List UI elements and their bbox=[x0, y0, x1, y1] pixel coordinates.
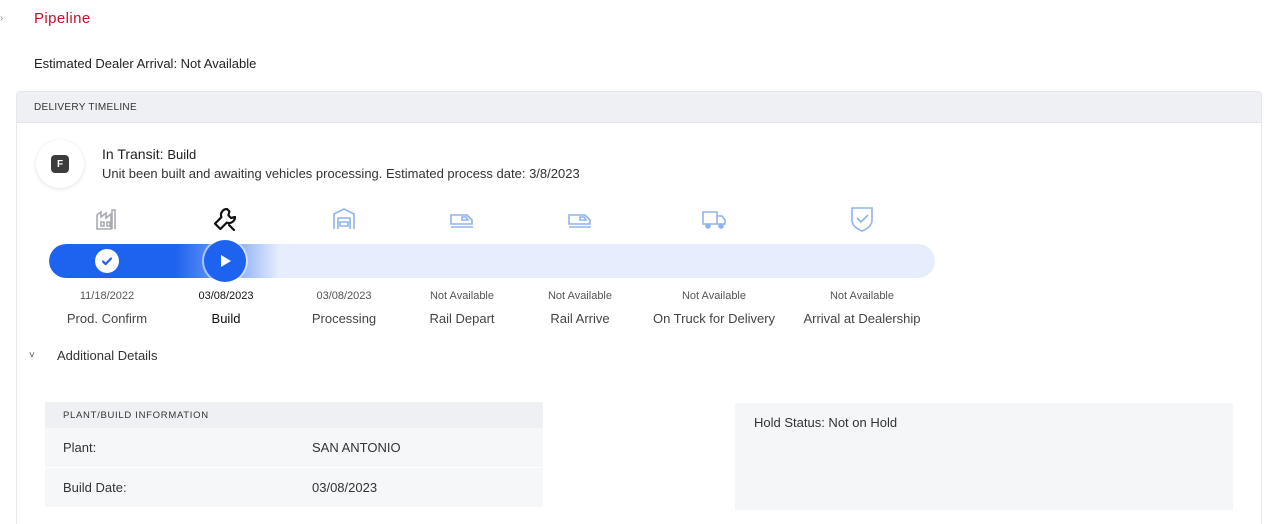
additional-details-toggle[interactable]: ˅ Additional Details bbox=[29, 348, 157, 363]
build-date-row: Build Date: 03/08/2023 bbox=[45, 468, 543, 508]
plant-build-header: PLANT/BUILD INFORMATION bbox=[45, 402, 543, 428]
step-complete-check-icon bbox=[95, 249, 119, 273]
plant-key: Plant: bbox=[63, 440, 97, 455]
delivery-timeline-card: DELIVERY TIMELINE F In Transit: Build Un… bbox=[16, 91, 1262, 524]
chevron-down-icon: ˅ bbox=[29, 350, 35, 361]
plant-value: SAN ANTONIO bbox=[312, 440, 401, 455]
build-date-key: Build Date: bbox=[63, 480, 127, 495]
status-avatar: F bbox=[36, 140, 84, 188]
collapse-caret-icon: › bbox=[0, 13, 4, 24]
factory-icon bbox=[92, 204, 122, 234]
progress-track bbox=[49, 244, 935, 278]
shield-check-icon bbox=[847, 204, 877, 234]
hold-status-text: Hold Status: Not on Hold bbox=[754, 415, 898, 430]
step-date-rail-arrive: Not Available bbox=[547, 290, 612, 302]
status-description: Unit been built and awaiting vehicles pr… bbox=[102, 166, 580, 181]
rail-depart-icon bbox=[447, 204, 477, 234]
step-label-on-truck: On Truck for Delivery bbox=[652, 311, 776, 326]
wrench-icon bbox=[210, 204, 240, 234]
step-date-on-truck: Not Available bbox=[681, 290, 746, 302]
status-title: In Transit: Build bbox=[102, 146, 196, 162]
step-date-arrival: Not Available bbox=[829, 290, 894, 302]
hold-status-panel: Hold Status: Not on Hold bbox=[735, 403, 1233, 510]
estimated-dealer-arrival: Estimated Dealer Arrival: Not Available bbox=[34, 56, 257, 71]
processing-garage-icon bbox=[329, 204, 359, 234]
page-title: Pipeline bbox=[34, 10, 91, 27]
rail-arrive-icon bbox=[565, 204, 595, 234]
step-label-arrival: Arrival at Dealership bbox=[803, 311, 921, 326]
status-stage: Build bbox=[167, 147, 197, 162]
current-step-play-icon bbox=[204, 240, 246, 282]
plant-row: Plant: SAN ANTONIO bbox=[45, 428, 543, 468]
plant-build-panel: PLANT/BUILD INFORMATION Plant: SAN ANTON… bbox=[45, 402, 543, 508]
delivery-timeline-header: DELIVERY TIMELINE bbox=[17, 92, 1261, 123]
additional-details-label: Additional Details bbox=[57, 348, 158, 363]
truck-icon bbox=[699, 204, 729, 234]
status-badge: F bbox=[51, 155, 69, 173]
status-label: In Transit: bbox=[102, 146, 164, 162]
build-date-value: 03/08/2023 bbox=[312, 480, 378, 495]
